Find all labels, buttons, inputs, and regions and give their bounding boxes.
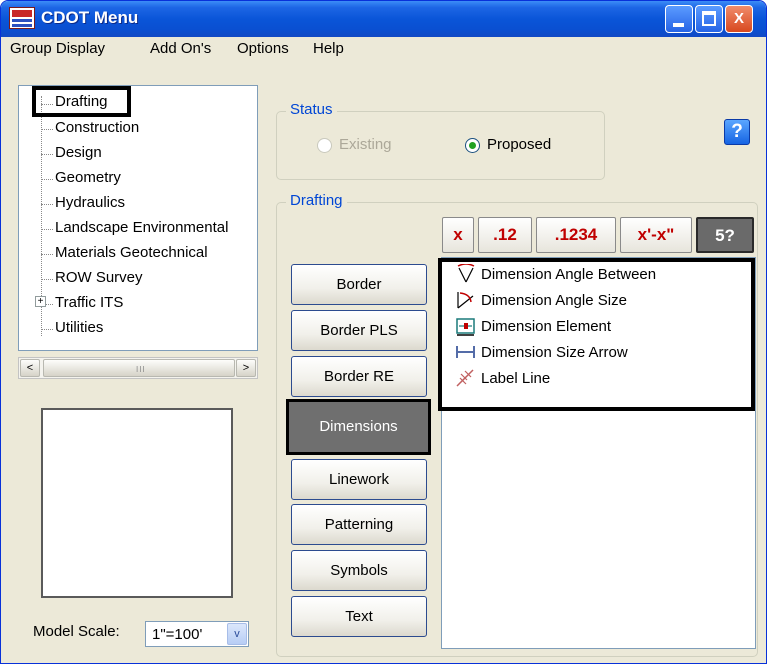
format-feet-inches-button[interactable]: x'-x" (620, 217, 692, 253)
drafting-highlight-box (32, 86, 131, 117)
drafting-legend: Drafting (286, 192, 347, 209)
status-legend: Status (286, 101, 337, 118)
tree-item-row-survey[interactable]: ROW Survey (55, 269, 143, 286)
format-five-button[interactable]: 5? (696, 217, 754, 253)
existing-label: Existing (339, 136, 392, 153)
scroll-thumb[interactable]: III (43, 359, 235, 377)
cell-preview-box (41, 408, 233, 598)
minimize-icon (673, 23, 684, 27)
cdot-menu-window: CDOT Menu X Group Display Add On's Optio… (0, 0, 767, 664)
model-scale-select[interactable]: 1"=100' v (145, 621, 249, 647)
tree-item-design[interactable]: Design (55, 144, 102, 161)
format-x-button[interactable]: x (442, 217, 474, 253)
tools-highlight-box (438, 258, 755, 411)
model-scale-value: 1"=100' (152, 626, 203, 643)
arrow-right-icon: > (242, 362, 250, 374)
tree-item-construction[interactable]: Construction (55, 119, 139, 136)
category-symbols-button[interactable]: Symbols (291, 550, 427, 591)
format-four-decimal-button[interactable]: .1234 (536, 217, 616, 253)
tree-item-landscape-environmental[interactable]: Landscape Environmental (55, 219, 228, 236)
scroll-left-button[interactable]: < (20, 359, 40, 377)
maximize-button[interactable] (695, 5, 723, 33)
category-border-re-button[interactable]: Border RE (291, 356, 427, 397)
group-tree[interactable]: Drafting Construction Design Geometry Hy… (18, 85, 258, 351)
menu-help[interactable]: Help (313, 40, 344, 57)
format-two-decimal-button[interactable]: .12 (478, 217, 532, 253)
category-dimensions-button[interactable]: Dimensions (286, 399, 431, 455)
close-icon: X (733, 10, 744, 27)
title-bar[interactable]: CDOT Menu X (1, 1, 766, 37)
proposed-label[interactable]: Proposed (487, 136, 551, 153)
menu-add-ons[interactable]: Add On's (150, 40, 211, 57)
tree-item-hydraulics[interactable]: Hydraulics (55, 194, 125, 211)
arrow-left-icon: < (26, 362, 34, 374)
menu-options[interactable]: Options (237, 40, 289, 57)
chevron-down-icon[interactable]: v (227, 623, 247, 645)
maximize-icon (702, 11, 716, 26)
expand-icon[interactable]: + (35, 296, 46, 307)
category-patterning-button[interactable]: Patterning (291, 504, 427, 545)
radio-selected-dot (469, 142, 476, 149)
category-text-button[interactable]: Text (291, 596, 427, 637)
existing-radio (317, 138, 332, 153)
tree-item-geometry[interactable]: Geometry (55, 169, 121, 186)
tree-horizontal-scrollbar[interactable]: < III > (18, 357, 258, 379)
menu-group-display[interactable]: Group Display (10, 40, 105, 57)
tree-item-materials-geotechnical[interactable]: Materials Geotechnical (55, 244, 208, 261)
category-linework-button[interactable]: Linework (291, 459, 427, 500)
window-title: CDOT Menu (41, 8, 139, 27)
grip-icon: III (136, 365, 146, 374)
category-border-pls-button[interactable]: Border PLS (291, 310, 427, 351)
proposed-radio[interactable] (465, 138, 480, 153)
tree-item-traffic-its[interactable]: Traffic ITS (55, 294, 123, 311)
scroll-right-button[interactable]: > (236, 359, 256, 377)
model-scale-label: Model Scale: (33, 623, 120, 640)
menu-bar: Group Display Add On's Options Help (1, 37, 766, 61)
tree-item-utilities[interactable]: Utilities (55, 319, 103, 336)
help-button[interactable]: ? (724, 119, 750, 145)
category-border-button[interactable]: Border (291, 264, 427, 305)
close-button[interactable]: X (725, 5, 753, 33)
minimize-button[interactable] (665, 5, 693, 33)
cdot-app-icon (9, 7, 35, 29)
